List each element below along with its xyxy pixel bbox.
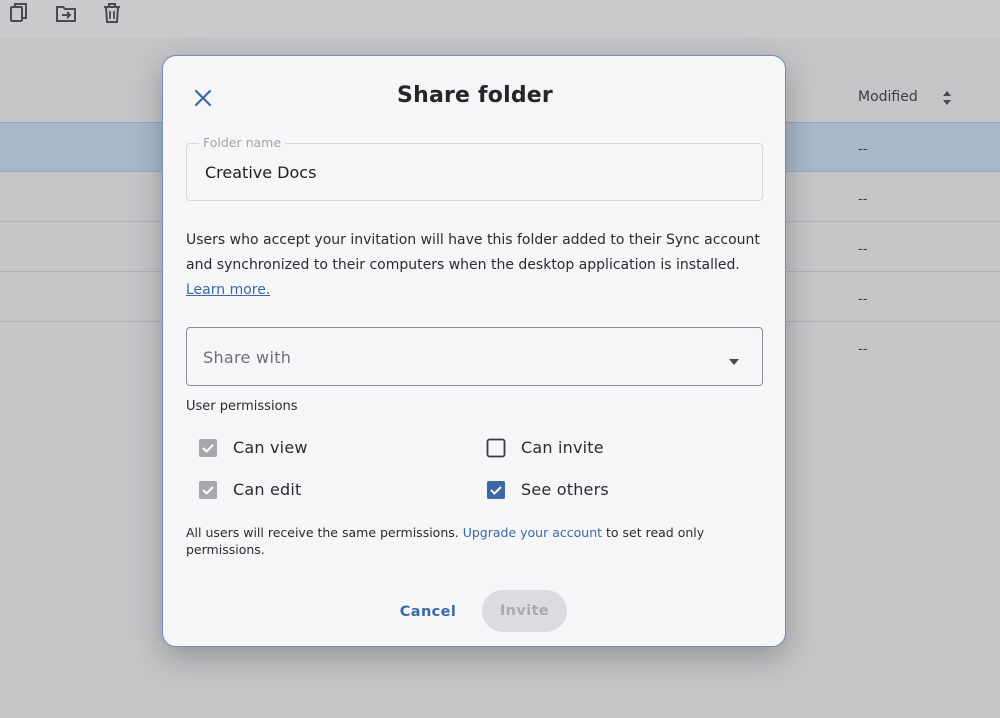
modified-cell: --: [858, 142, 868, 157]
description-line: and synchronized to their computers when…: [186, 257, 740, 273]
checkbox-unchecked-icon[interactable]: [486, 438, 506, 458]
upgrade-account-link[interactable]: Upgrade your account: [463, 525, 602, 540]
permissions-title: User permissions: [186, 399, 298, 414]
permission-label: Can edit: [233, 480, 302, 499]
share-with-placeholder: Share with: [203, 348, 292, 367]
permission-label: Can view: [233, 438, 308, 457]
modified-cell: --: [858, 292, 868, 307]
cancel-button[interactable]: Cancel: [388, 592, 468, 632]
folder-name-field[interactable]: Folder name Creative Docs: [186, 135, 763, 201]
chevron-down-icon: [728, 353, 740, 365]
note-text: All users will receive the same permissi…: [186, 525, 463, 540]
share-folder-dialog: Share folder Folder name Creative Docs U…: [162, 55, 786, 647]
permission-label: See others: [521, 480, 609, 499]
permission-can-edit[interactable]: Can edit: [198, 479, 398, 503]
checkbox-checked-disabled-icon[interactable]: [198, 438, 218, 458]
share-description: Users who accept your invitation will ha…: [186, 228, 776, 303]
folder-name-value: Creative Docs: [205, 163, 317, 182]
move-to-folder-icon[interactable]: [55, 2, 77, 24]
toolbar: [0, 0, 1000, 38]
permission-see-others[interactable]: See others: [486, 479, 686, 503]
modified-cell: --: [858, 242, 868, 257]
dialog-title: Share folder: [397, 83, 553, 108]
learn-more-link[interactable]: Learn more.: [186, 282, 270, 298]
copy-icon[interactable]: [8, 2, 30, 24]
modified-cell: --: [858, 342, 868, 357]
checkbox-checked-disabled-icon[interactable]: [198, 480, 218, 500]
permissions-note: All users will receive the same permissi…: [186, 524, 746, 558]
permission-label: Can invite: [521, 438, 604, 457]
permission-can-view[interactable]: Can view: [198, 437, 398, 461]
folder-name-label: Folder name: [199, 135, 286, 150]
invite-button[interactable]: Invite: [482, 590, 567, 632]
modified-cell: --: [858, 192, 868, 207]
description-line: Users who accept your invitation will ha…: [186, 232, 760, 248]
column-modified-header[interactable]: Modified: [858, 89, 918, 105]
trash-icon[interactable]: [101, 2, 123, 24]
permission-can-invite[interactable]: Can invite: [486, 437, 686, 461]
sort-icon[interactable]: [940, 86, 954, 110]
checkbox-checked-icon[interactable]: [486, 480, 506, 500]
share-with-select[interactable]: Share with: [186, 327, 763, 386]
